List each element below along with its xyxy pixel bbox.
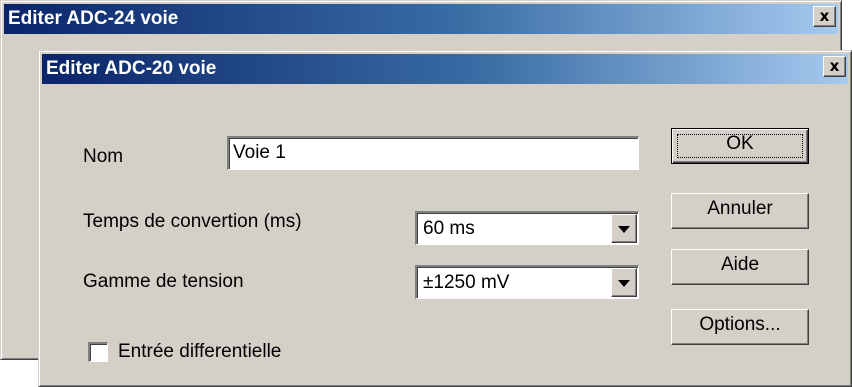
close-icon: x xyxy=(819,7,830,25)
differential-checkbox[interactable] xyxy=(88,342,108,362)
adc24-dialog-title: Editer ADC-24 voie xyxy=(8,8,179,29)
name-label: Nom xyxy=(83,146,124,167)
voltage-range-value: ±1250 mV xyxy=(423,272,510,293)
name-input[interactable]: Voie 1 xyxy=(227,136,639,170)
adc24-close-button[interactable]: x xyxy=(813,6,836,27)
ok-button[interactable]: OK xyxy=(671,128,809,164)
adc20-dialog-title: Editer ADC-20 voie xyxy=(46,58,217,79)
adc20-dialog-window: Editer ADC-20 voie x Nom Voie 1 Temps de… xyxy=(38,50,852,387)
adc20-dialog-titlebar[interactable]: Editer ADC-20 voie xyxy=(42,54,848,84)
options-button[interactable]: Options... xyxy=(671,309,809,345)
help-button[interactable]: Aide xyxy=(671,249,809,285)
voltage-range-select[interactable]: ±1250 mV xyxy=(415,265,639,299)
adc20-close-button[interactable]: x xyxy=(823,56,846,77)
chevron-down-icon[interactable] xyxy=(611,214,637,243)
close-icon: x xyxy=(829,57,840,75)
options-button-label: Options... xyxy=(699,314,781,335)
cancel-button-label: Annuler xyxy=(707,198,773,219)
differential-label: Entrée differentielle xyxy=(118,341,282,362)
voltage-range-label: Gamme de tension xyxy=(83,271,244,292)
conversion-time-value: 60 ms xyxy=(423,218,475,239)
ok-button-label: OK xyxy=(726,133,754,154)
chevron-down-icon[interactable] xyxy=(611,268,637,297)
conversion-time-select[interactable]: 60 ms xyxy=(415,211,639,245)
adc24-dialog-titlebar[interactable]: Editer ADC-24 voie xyxy=(4,4,838,34)
conversion-time-label: Temps de convertion (ms) xyxy=(83,211,302,232)
cancel-button[interactable]: Annuler xyxy=(671,193,809,229)
help-button-label: Aide xyxy=(720,254,760,275)
